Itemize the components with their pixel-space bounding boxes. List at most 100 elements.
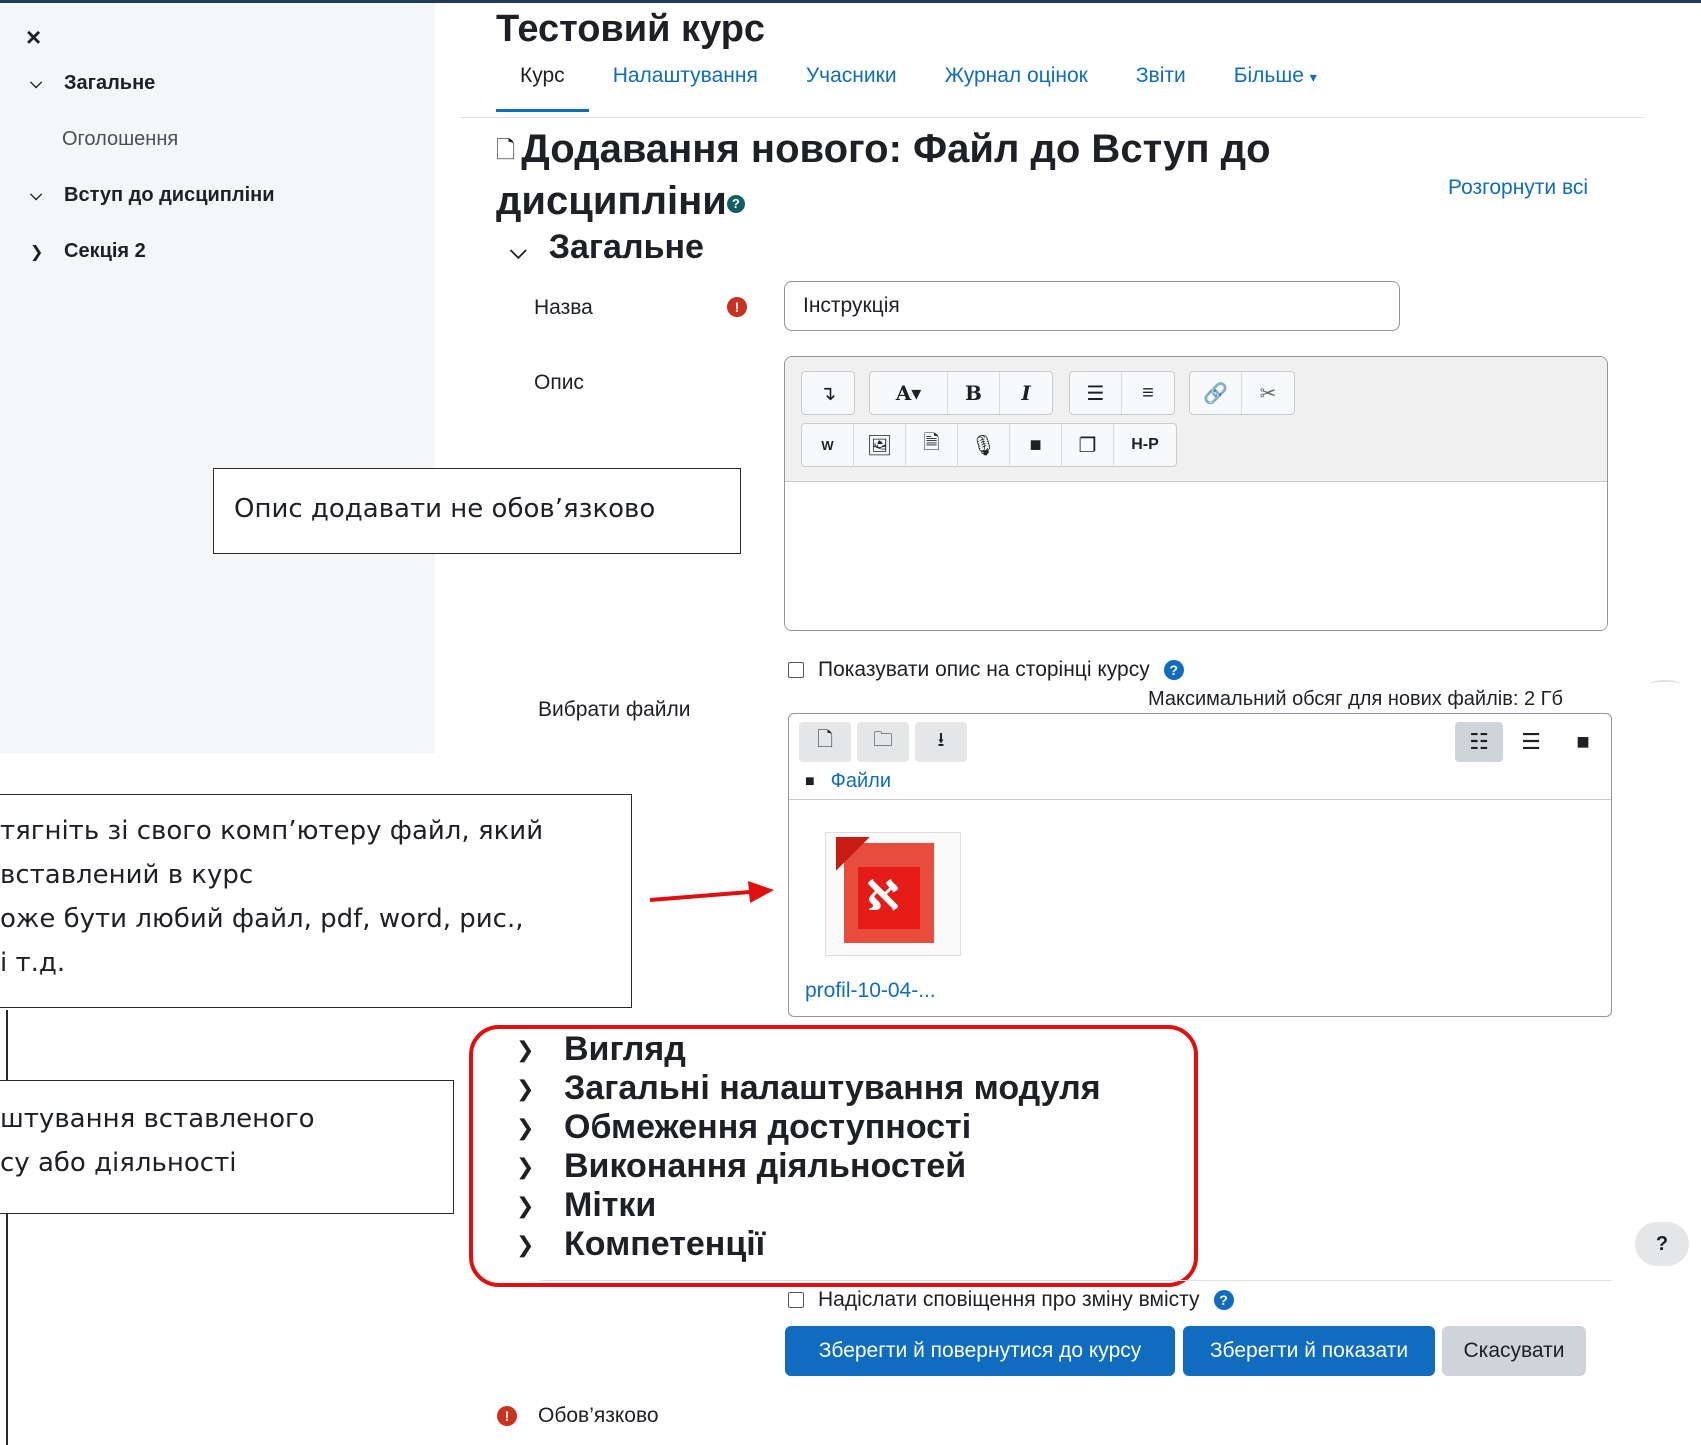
name-input[interactable]: Інструкція	[784, 281, 1400, 331]
drawer-item-intro[interactable]: ⌵ Вступ до дисципліни	[30, 184, 275, 207]
toolbar-group-media: W 🖼 🗎 🎙 ■ ❐ H-P	[801, 423, 1177, 467]
help-icon[interactable]: ?	[1213, 1290, 1234, 1310]
file-manager-divider	[789, 799, 1611, 800]
frame-left-line	[6, 1010, 8, 1445]
acrobat-icon: ℵ	[866, 872, 900, 919]
select-files-label: Вибрати файли	[538, 698, 691, 721]
callout-description-optional: Опис додавати не обов’язково	[213, 468, 741, 554]
notify-row: Надіслати сповіщення про зміну вмісту ?	[788, 1288, 1234, 1312]
show-description-row: Показувати опис на сторінці курсу ?	[788, 658, 1184, 682]
expand-all-link[interactable]: Розгорнути всі	[1448, 176, 1588, 200]
callout-drag-file: тягніть зі свого комп’ютеру файл, який в…	[0, 794, 632, 1008]
tab-participants[interactable]: Учасники	[806, 60, 897, 112]
breadcrumb-files-link[interactable]: Файли	[831, 770, 891, 793]
section-general-header[interactable]: ⌵ Загальне	[510, 228, 704, 267]
callout-text: Опис додавати не обов’язково	[234, 494, 656, 524]
callout-line: су або діяльності	[0, 1148, 237, 1178]
page-title-line1: Додавання нового: Файл до Вступ до	[521, 127, 1271, 171]
media-icon[interactable]: 🗎	[906, 424, 958, 466]
breadcrumb: ■ Файли	[805, 770, 891, 793]
grid-view-icon[interactable]: ☷	[1455, 722, 1503, 762]
font-color-icon[interactable]: A▾	[870, 372, 948, 414]
chevron-down-icon: ⌵	[510, 238, 527, 263]
save-return-button[interactable]: Зберегти й повернутися до курсу	[785, 1326, 1175, 1376]
description-editor[interactable]: ↴ A▾ B I ☰ ≡ 🔗 ✂ W 🖼 🗎 🎙 ■ ❐ H-P	[784, 356, 1608, 631]
folder-icon: ■	[805, 772, 815, 790]
callout-line: штування вставленого	[0, 1104, 315, 1134]
show-description-checkbox[interactable]	[788, 662, 804, 678]
tab-more-label: Більше	[1233, 64, 1304, 87]
chevron-down-icon: ▾	[1309, 69, 1317, 85]
manage-files-icon[interactable]: ❐	[1062, 424, 1114, 466]
help-button[interactable]: ?	[1635, 1222, 1689, 1266]
pdf-file-thumbnail[interactable]: ℵ	[825, 832, 961, 956]
help-icon[interactable]: ?	[1163, 660, 1184, 680]
drawer-item-section-2[interactable]: ❯ Секція 2	[30, 240, 146, 263]
image-icon[interactable]: 🖼	[854, 424, 906, 466]
record-video-icon[interactable]: ■	[1010, 424, 1062, 466]
word-icon[interactable]: W	[802, 424, 854, 466]
bullet-list-icon[interactable]: ☰	[1070, 372, 1122, 414]
download-icon[interactable]: ⭳	[915, 722, 967, 762]
course-title: Тестовий курс	[496, 8, 766, 50]
notify-checkbox[interactable]	[788, 1292, 804, 1308]
name-label: Назва	[534, 296, 593, 319]
form-divider	[540, 1280, 1612, 1281]
list-view-icon[interactable]: ☰	[1507, 722, 1555, 762]
toolbar-group-lists: ☰ ≡	[1069, 371, 1175, 415]
chevron-right-icon: ❯	[30, 243, 44, 261]
file-manager: 🗋 🗀 ⭳ ☷ ☰ ■ ■ Файли ℵ profil-10-04-...	[788, 713, 1612, 1017]
help-icon[interactable]: ?	[726, 194, 745, 213]
show-description-label: Показувати опис на сторінці курсу	[818, 658, 1150, 681]
tab-settings[interactable]: Налаштування	[613, 60, 758, 112]
close-drawer-icon[interactable]: ×	[26, 22, 41, 53]
required-icon: !	[497, 1406, 517, 1426]
page-title-line2: дисципліни	[496, 179, 727, 224]
toolbar-group-expand: ↴	[801, 371, 855, 415]
course-index-drawer	[0, 3, 435, 753]
tree-view-icon[interactable]: ■	[1559, 722, 1607, 762]
notify-label: Надіслати сповіщення про зміну вмісту	[818, 1288, 1200, 1311]
nav-divider	[460, 117, 1645, 118]
italic-icon[interactable]: I	[1000, 372, 1052, 414]
drawer-item-announcements[interactable]: Оголошення	[62, 128, 178, 151]
expand-icon[interactable]: ↴	[802, 372, 854, 414]
drawer-item-general[interactable]: ⌵ Загальне	[30, 72, 155, 95]
required-icon: !	[727, 297, 747, 317]
tab-more[interactable]: Більше ▾	[1234, 60, 1317, 112]
unlink-icon[interactable]: ✂	[1242, 372, 1294, 414]
link-icon[interactable]: 🔗	[1190, 372, 1242, 414]
tab-gradebook[interactable]: Журнал оцінок	[945, 60, 1088, 112]
annotation-red-box	[469, 1025, 1198, 1287]
callout-line: і т.д.	[0, 948, 66, 978]
scroll-hint	[1650, 680, 1680, 688]
description-label: Опис	[534, 371, 584, 394]
tab-reports[interactable]: Звіти	[1136, 60, 1186, 112]
chevron-down-icon: ⌵	[30, 74, 43, 92]
record-audio-icon[interactable]: 🎙	[958, 424, 1010, 466]
chevron-down-icon: ⌵	[30, 186, 43, 204]
toolbar-group-links: 🔗 ✂	[1189, 371, 1295, 415]
toolbar-group-style: A▾ B I	[869, 371, 1053, 415]
cancel-button[interactable]: Скасувати	[1442, 1326, 1586, 1376]
file-icon: 🗋	[496, 137, 516, 165]
callout-settings: штування вставленого су або діяльності	[0, 1080, 454, 1214]
file-name-link[interactable]: profil-10-04-...	[805, 979, 936, 1003]
numbered-list-icon[interactable]: ≡	[1122, 372, 1174, 414]
red-arrow	[649, 881, 774, 903]
editor-textarea[interactable]	[785, 482, 1607, 630]
h5p-icon[interactable]: H-P	[1114, 424, 1176, 466]
drawer-item-label: Вступ до дисципліни	[64, 184, 275, 206]
save-display-button[interactable]: Зберегти й показати	[1183, 1326, 1435, 1376]
callout-line: вставлений в курс	[0, 860, 254, 890]
bold-icon[interactable]: B	[948, 372, 1000, 414]
drawer-item-label: Загальне	[64, 72, 156, 94]
add-file-icon[interactable]: 🗋	[799, 722, 851, 762]
callout-line: тягніть зі свого комп’ютеру файл, який	[0, 816, 544, 846]
create-folder-icon[interactable]: 🗀	[857, 722, 909, 762]
tab-course[interactable]: Курс	[496, 60, 589, 112]
max-size-info: Максимальний обсяг для нових файлів: 2 Г…	[1148, 688, 1563, 710]
pdf-ribbon	[836, 837, 870, 871]
drawer-item-label: Секція 2	[64, 240, 146, 262]
callout-line: оже бути любий файл, pdf, word, рис.,	[0, 904, 524, 934]
